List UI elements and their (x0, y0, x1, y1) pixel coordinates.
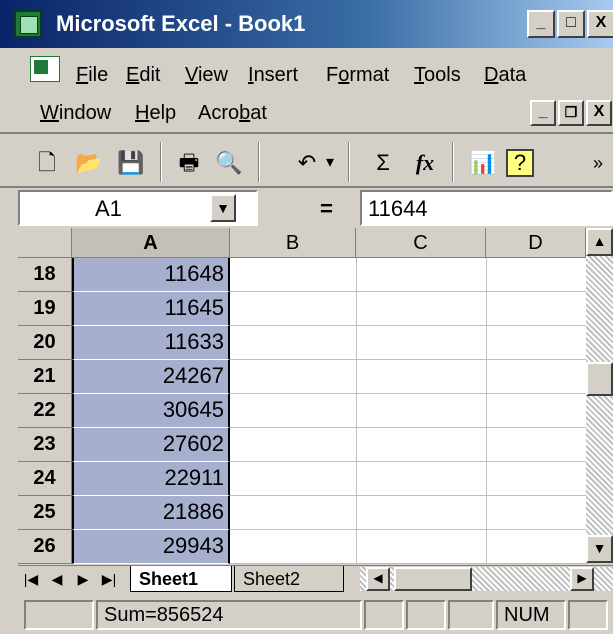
row-header[interactable]: 18 (18, 258, 72, 292)
cell-a[interactable]: 11648 (72, 258, 230, 292)
scroll-down-button[interactable]: ▼ (586, 535, 613, 563)
status-panel (24, 600, 94, 630)
first-sheet-button[interactable]: |◀ (20, 567, 42, 591)
row-header[interactable]: 24 (18, 462, 72, 496)
help-icon[interactable]: ? (506, 149, 534, 177)
status-panel (364, 600, 404, 630)
last-sheet-button[interactable]: ▶| (98, 567, 120, 591)
cell-a[interactable]: 27602 (72, 428, 230, 462)
next-sheet-button[interactable]: ▶ (72, 567, 94, 591)
cell-a[interactable]: 24267 (72, 360, 230, 394)
menu-item-tools[interactable]: Tools (414, 64, 461, 87)
excel-app-icon[interactable] (14, 10, 42, 38)
menu-item-data[interactable]: Data (484, 64, 526, 87)
new-icon[interactable]: 🗋 (30, 146, 64, 180)
undo-dropdown-icon[interactable]: ▾ (320, 146, 340, 180)
cell-a[interactable]: 11633 (72, 326, 230, 360)
toolbar-separator (348, 142, 350, 182)
menu-item-insert[interactable]: Insert (248, 64, 298, 87)
tab-sheet1[interactable]: Sheet1 (130, 566, 232, 592)
name-box-value: A1 (95, 196, 122, 221)
minimize-button[interactable]: _ (527, 10, 555, 38)
document-icon[interactable] (30, 56, 60, 82)
select-all-corner[interactable] (18, 228, 72, 258)
grid-line (230, 427, 586, 428)
tab-sheet2[interactable]: Sheet2 (234, 566, 344, 592)
window-title: Microsoft Excel - Book1 (56, 11, 306, 36)
menu-item-file[interactable]: File (76, 64, 108, 87)
scroll-thumb[interactable] (586, 362, 613, 396)
scroll-left-button[interactable]: ◀ (366, 567, 390, 591)
cell-a[interactable]: 11645 (72, 292, 230, 326)
menu-item-help[interactable]: Help (135, 102, 176, 125)
row-header[interactable]: 25 (18, 496, 72, 530)
column-header-a[interactable]: A (72, 228, 230, 258)
grid-line (230, 495, 586, 496)
more-buttons-icon[interactable]: » (588, 146, 608, 180)
status-panel (406, 600, 446, 630)
grid-line (230, 393, 586, 394)
status-panel (568, 600, 608, 630)
column-header-d[interactable]: D (486, 228, 586, 258)
cell-a[interactable]: 22911 (72, 462, 230, 496)
status-sum: Sum=856524 (96, 600, 362, 630)
menu-item-window[interactable]: Window (40, 102, 111, 125)
grid-line (230, 461, 586, 462)
status-panel (448, 600, 494, 630)
column-header-b[interactable]: B (230, 228, 356, 258)
formula-value: 11644 (368, 196, 428, 221)
close-button[interactable]: X (587, 10, 613, 38)
row-header[interactable]: 26 (18, 530, 72, 564)
doc-restore-button[interactable]: ❐ (558, 100, 584, 126)
chart-wizard-icon[interactable]: 📊 (466, 146, 500, 180)
autosum-icon[interactable]: Σ (366, 146, 400, 180)
toolbar-separator (160, 142, 162, 182)
status-num: NUM (496, 600, 566, 630)
print-icon[interactable]: 🖶 (172, 146, 206, 180)
grid-line (230, 359, 586, 360)
menu-item-acrobat[interactable]: Acrobat (198, 102, 267, 125)
row-header[interactable]: 23 (18, 428, 72, 462)
scroll-right-button[interactable]: ▶ (570, 567, 594, 591)
grid-line (230, 563, 586, 564)
grid-line (230, 529, 586, 530)
maximize-button[interactable]: □ (557, 10, 585, 38)
cell-a[interactable]: 30645 (72, 394, 230, 428)
row-header[interactable]: 21 (18, 360, 72, 394)
print-preview-icon[interactable]: 🔍 (212, 146, 246, 180)
row-header[interactable]: 19 (18, 292, 72, 326)
undo-icon[interactable]: ↶ (290, 146, 324, 180)
h-scroll-thumb[interactable] (394, 567, 472, 591)
scroll-up-button[interactable]: ▲ (586, 228, 613, 256)
column-header-c[interactable]: C (356, 228, 486, 258)
toolbar-separator (258, 142, 260, 182)
function-icon[interactable]: fx (408, 146, 442, 180)
menu-item-view[interactable]: View (185, 64, 228, 87)
grid-line (486, 258, 487, 563)
name-box-dropdown-icon[interactable]: ▼ (210, 194, 236, 222)
doc-close-button[interactable]: X (586, 100, 612, 126)
menu-item-edit[interactable]: Edit (126, 64, 160, 87)
toolbar-separator (452, 142, 454, 182)
doc-minimize-button[interactable]: _ (530, 100, 556, 126)
grid-line (230, 291, 586, 292)
menu-item-format[interactable]: Format (326, 64, 389, 87)
row-header[interactable]: 22 (18, 394, 72, 428)
cell-a[interactable]: 29943 (72, 530, 230, 564)
formula-equals[interactable]: = (320, 196, 333, 222)
row-header[interactable]: 20 (18, 326, 72, 360)
open-icon[interactable]: 📂 (72, 146, 106, 180)
cell-a[interactable]: 21886 (72, 496, 230, 530)
grid-line (356, 258, 357, 563)
save-icon[interactable]: 💾 (114, 146, 148, 180)
prev-sheet-button[interactable]: ◀ (46, 567, 68, 591)
grid-line (230, 325, 586, 326)
